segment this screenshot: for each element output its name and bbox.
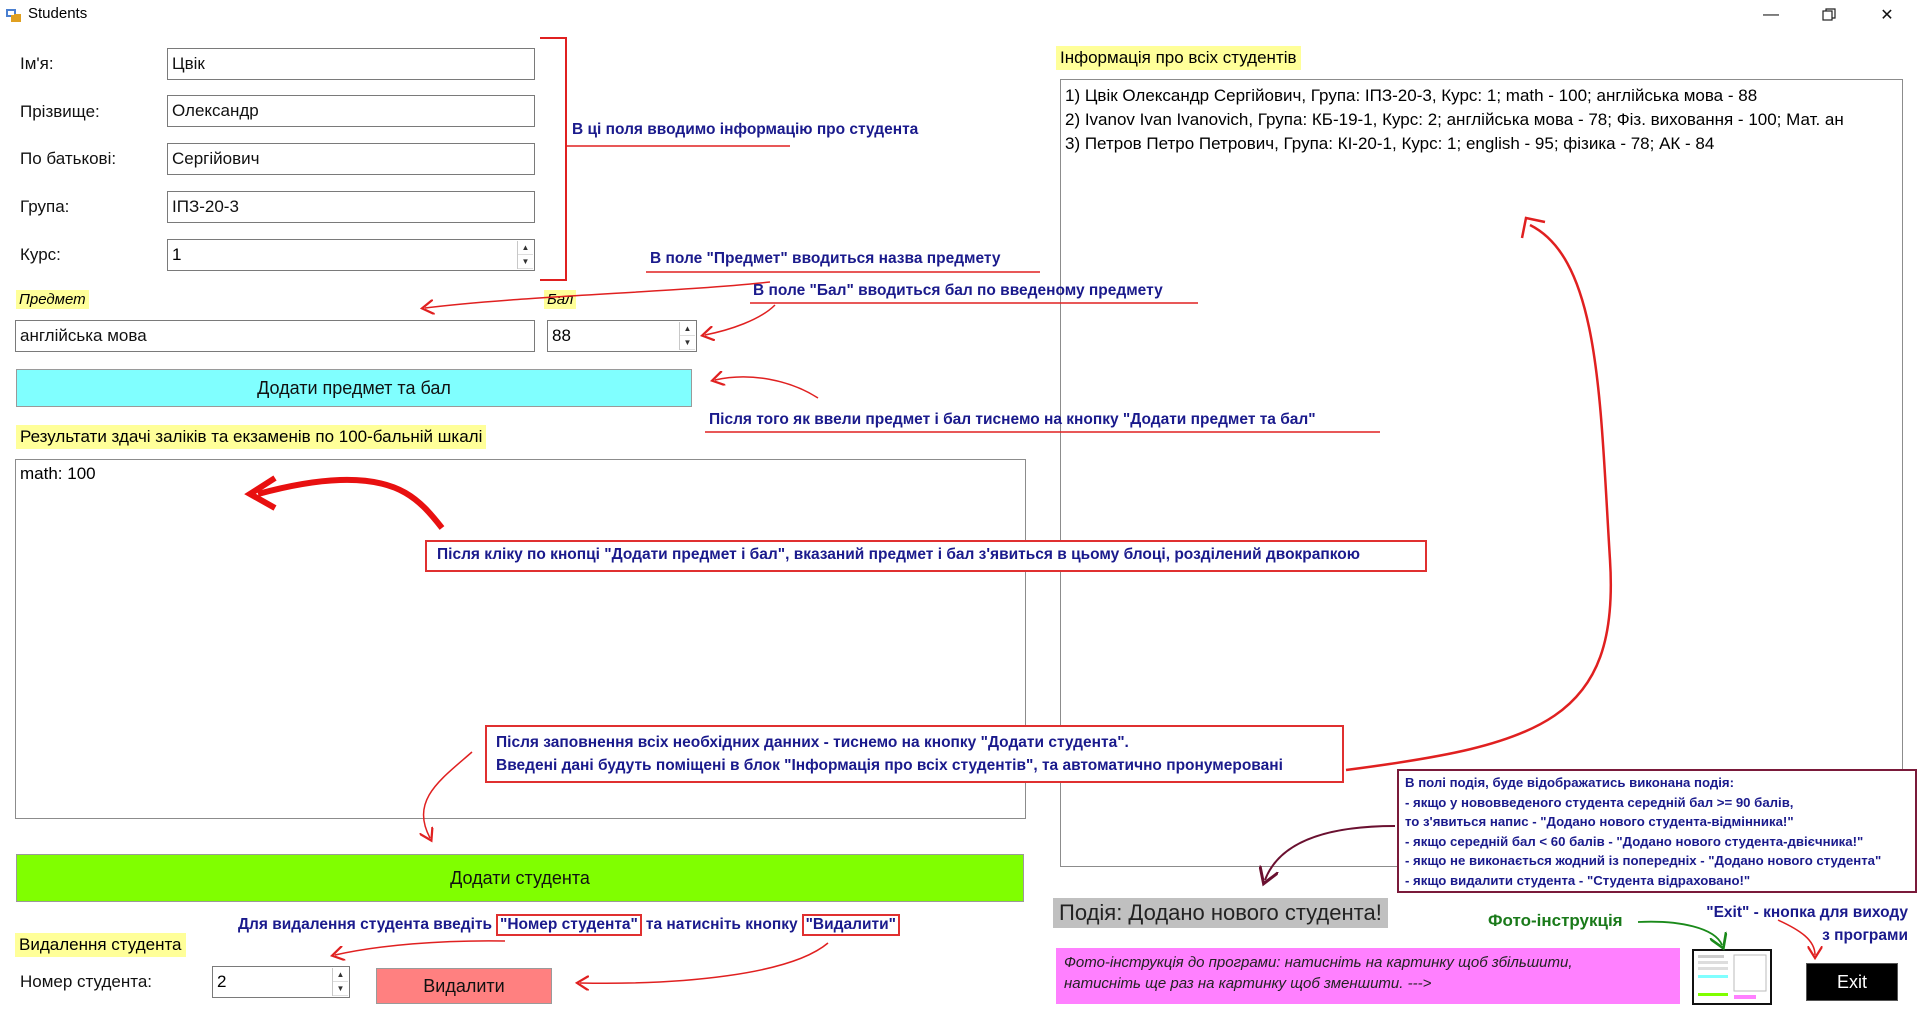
grade-value: 88: [552, 326, 571, 345]
student-number-stepper[interactable]: 2 ▲ ▼: [212, 966, 350, 998]
spin-up-icon[interactable]: ▲: [333, 968, 348, 982]
annotation-line: з програми: [1822, 927, 1908, 944]
annotation-line: - якщо у нововведеного студента середній…: [1405, 794, 1794, 810]
app-icon: [6, 7, 22, 23]
course-label: Курс:: [20, 245, 61, 264]
window-title: Students: [28, 5, 88, 22]
delete-section-label: Видалення студента: [15, 933, 186, 957]
exit-button[interactable]: Exit: [1806, 963, 1898, 1001]
patronymic-label: По батькові:: [20, 149, 117, 168]
annotation-line: то з'явиться напис - "Додано нового студ…: [1405, 814, 1794, 829]
close-icon[interactable]: ✕: [1858, 0, 1916, 30]
title-bar: Students — ✕: [0, 0, 1920, 30]
results-annotation: Після кліку по кнопці "Додати предмет і …: [425, 540, 1427, 572]
annotation-part: та натисніть кнопку: [645, 916, 798, 933]
event-annotation: В полі подія, буде відображатись виконан…: [1397, 769, 1917, 893]
add-subject-button[interactable]: Додати предмет та бал: [16, 369, 692, 407]
surname-label: Прізвище:: [20, 102, 100, 121]
annotation-line: - якщо видалити студента - "Студента від…: [1405, 872, 1751, 888]
photo-instruction-text: Фото-інструкція до програми: натисніть н…: [1056, 948, 1680, 1004]
exit-annotation: "Exit" - кнопка для виходу з програми: [1698, 901, 1908, 947]
student-item[interactable]: 2) Ivanov Ivan Ivanovich, Група: КБ-19-1…: [1065, 108, 1898, 132]
results-item[interactable]: math: 100: [20, 464, 1021, 484]
annotation-line: - якщо середній бал < 60 балів - "Додано…: [1405, 833, 1864, 849]
delete-button[interactable]: Видалити: [376, 968, 552, 1004]
patronymic-field[interactable]: Сергійович: [167, 143, 535, 175]
student-number-spin-buttons[interactable]: ▲ ▼: [332, 968, 348, 996]
student-item[interactable]: 3) Петров Петро Петрович, Група: КІ-20-1…: [1065, 132, 1898, 156]
subject-label: Предмет: [16, 290, 89, 309]
event-display: Подія: Додано нового студента!: [1053, 898, 1388, 928]
annotation-line: "Exit" - кнопка для виходу: [1706, 904, 1908, 921]
grade-spin-buttons[interactable]: ▲ ▼: [679, 322, 695, 350]
photo-thumbnail[interactable]: [1692, 949, 1772, 1005]
subject-field[interactable]: англійська мова: [15, 320, 535, 352]
annotation-line: Введені дані будуть поміщені в блок "Інф…: [496, 757, 1283, 774]
group-field[interactable]: ІПЗ-20-3: [167, 191, 535, 223]
student-number-label: Номер студента:: [20, 972, 152, 991]
results-label: Результати здачі заліків та екзаменів по…: [16, 425, 487, 449]
minimize-icon[interactable]: —: [1742, 0, 1800, 30]
group-label: Група:: [20, 197, 70, 216]
photo-instruction-line: натисніть ще раз на картинку щоб зменшит…: [1064, 975, 1432, 992]
photo-instruction-line: Фото-інструкція до програми: натисніть н…: [1064, 954, 1573, 971]
spin-up-icon[interactable]: ▲: [680, 322, 695, 336]
grade-annotation: В поле "Бал" вводиться бал по введеному …: [753, 282, 1163, 299]
student-number-value: 2: [217, 972, 227, 991]
course-spin-buttons[interactable]: ▲ ▼: [517, 241, 533, 269]
annotation-line: Після заповнення всіх необхідних данних …: [496, 734, 1129, 751]
course-stepper[interactable]: 1 ▲ ▼: [167, 239, 535, 271]
name-label: Ім'я:: [20, 54, 54, 73]
name-field[interactable]: Цвік: [167, 48, 535, 80]
grade-label: Бал: [544, 290, 577, 309]
subject-annotation: В поле "Предмет" вводиться назва предмет…: [650, 250, 1001, 267]
photo-annotation: Фото-інструкція: [1488, 911, 1623, 930]
delete-annotation: Для видалення студента введіть "Номер ст…: [238, 914, 900, 936]
surname-field[interactable]: Олександр: [167, 95, 535, 127]
info-label: Інформація про всіх студентів: [1056, 46, 1301, 70]
add-student-button[interactable]: Додати студента: [16, 854, 1024, 902]
fields-annotation: В ці поля вводимо інформацію про студент…: [572, 121, 919, 138]
maximize-icon[interactable]: [1800, 0, 1858, 30]
spin-down-icon[interactable]: ▼: [333, 982, 348, 996]
spin-up-icon[interactable]: ▲: [518, 241, 533, 255]
student-item[interactable]: 1) Цвік Олександр Сергійович, Група: ІПЗ…: [1065, 84, 1898, 108]
spin-down-icon[interactable]: ▼: [518, 255, 533, 269]
spin-down-icon[interactable]: ▼: [680, 336, 695, 350]
add-student-annotation: Після заповнення всіх необхідних данних …: [485, 725, 1344, 783]
annotation-line: В полі подія, буде відображатись виконан…: [1405, 775, 1735, 790]
course-value: 1: [172, 245, 182, 264]
annotation-part: "Видалити": [801, 914, 900, 936]
add-subject-annotation: Після того як ввели предмет і бал тиснем…: [709, 411, 1316, 428]
annotation-part: Для видалення студента введіть: [238, 916, 493, 933]
grade-stepper[interactable]: 88 ▲ ▼: [547, 320, 697, 352]
annotation-line: - якщо не виконається жодний із попередн…: [1405, 853, 1882, 868]
annotation-part: "Номер студента": [496, 914, 642, 936]
screenshot-thumbnail-icon: [1698, 954, 1767, 999]
